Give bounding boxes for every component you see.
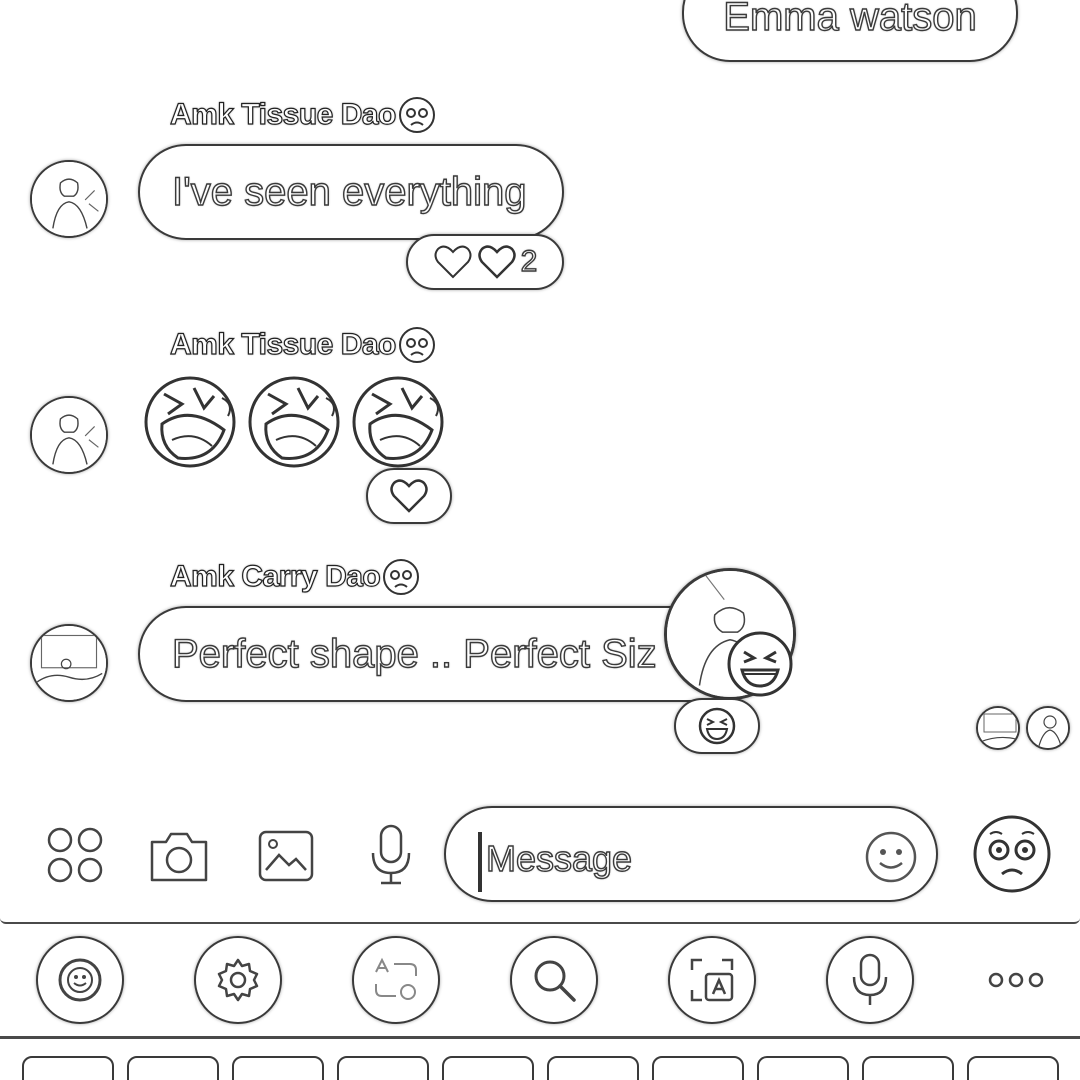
seen-by-indicator — [976, 706, 1072, 750]
sender-name: Amk Carry Dao — [169, 559, 381, 593]
emoji-icon[interactable] — [864, 830, 918, 884]
avatar[interactable] — [30, 624, 108, 702]
message-bubble[interactable]: I've seen everything — [138, 144, 564, 240]
pleading-face-icon — [383, 559, 420, 595]
keyboard-key[interactable] — [337, 1056, 429, 1080]
grinning-squinting-face-icon — [698, 707, 736, 745]
message-sender: Amk Carry Dao — [169, 558, 420, 596]
rolling-on-floor-laughing-icon[interactable] — [246, 374, 342, 470]
keyboard-key[interactable] — [127, 1056, 219, 1080]
keyboard-toolbar — [0, 926, 1080, 1038]
keyboard-key[interactable] — [757, 1056, 849, 1080]
microphone-icon[interactable] — [366, 822, 416, 888]
message-placeholder: Message — [485, 837, 633, 879]
sent-message-bubble[interactable]: Emma watson — [682, 0, 1018, 62]
seen-avatar — [976, 706, 1020, 750]
settings-icon[interactable] — [194, 936, 282, 1024]
camera-icon[interactable] — [148, 826, 210, 886]
keyboard-key[interactable] — [862, 1056, 954, 1080]
keyboard-key[interactable] — [547, 1056, 639, 1080]
rolling-on-floor-laughing-icon[interactable] — [142, 374, 238, 470]
keyboard-key[interactable] — [967, 1056, 1059, 1080]
apps-icon[interactable] — [44, 824, 106, 886]
gallery-icon[interactable] — [256, 826, 316, 886]
reaction-pill[interactable] — [674, 698, 760, 754]
sender-name: Amk Tissue Dao — [169, 97, 397, 131]
keyboard-key[interactable] — [442, 1056, 534, 1080]
pleading-face-icon — [398, 327, 435, 363]
keyboard-key[interactable] — [652, 1056, 744, 1080]
avatar[interactable] — [30, 396, 108, 474]
message-input[interactable]: Message — [444, 806, 938, 902]
keyboard-key[interactable] — [22, 1056, 114, 1080]
translate-icon[interactable] — [352, 936, 440, 1024]
pleading-face-icon[interactable] — [972, 814, 1052, 894]
rolling-on-floor-laughing-icon[interactable] — [350, 374, 446, 470]
sender-name: Amk Tissue Dao — [169, 327, 397, 361]
heart-icon — [477, 245, 516, 279]
search-icon[interactable] — [510, 936, 598, 1024]
reaction-count: 2 — [520, 244, 538, 278]
screenshot-translate-icon[interactable] — [668, 936, 756, 1024]
reaction-pill[interactable]: 2 — [406, 234, 564, 290]
reaction-pill[interactable] — [366, 468, 452, 524]
sent-message-text: Emma watson — [723, 0, 978, 39]
text-caret — [478, 832, 482, 892]
grinning-squinting-face-icon[interactable] — [726, 630, 794, 698]
chat-panel-edge — [0, 918, 1080, 924]
message-text: Perfect shape .. Perfect Siz — [171, 631, 657, 676]
emoji-icon[interactable] — [36, 936, 124, 1024]
message-text: I've seen everything — [171, 169, 527, 214]
seen-avatar — [1026, 706, 1070, 750]
toolbar-divider — [0, 1036, 1080, 1039]
message-sender: Amk Tissue Dao — [169, 326, 436, 364]
message-sender: Amk Tissue Dao — [169, 96, 436, 134]
heart-icon — [434, 245, 472, 279]
microphone-icon[interactable] — [826, 936, 914, 1024]
avatar[interactable] — [30, 160, 108, 238]
more-icon[interactable] — [986, 962, 1046, 998]
heart-icon — [390, 479, 428, 513]
messenger-chat-screen: Emma watson Amk Tissue Dao I've seen eve… — [0, 0, 1080, 1080]
pleading-face-icon — [398, 97, 435, 133]
keyboard-key[interactable] — [232, 1056, 324, 1080]
